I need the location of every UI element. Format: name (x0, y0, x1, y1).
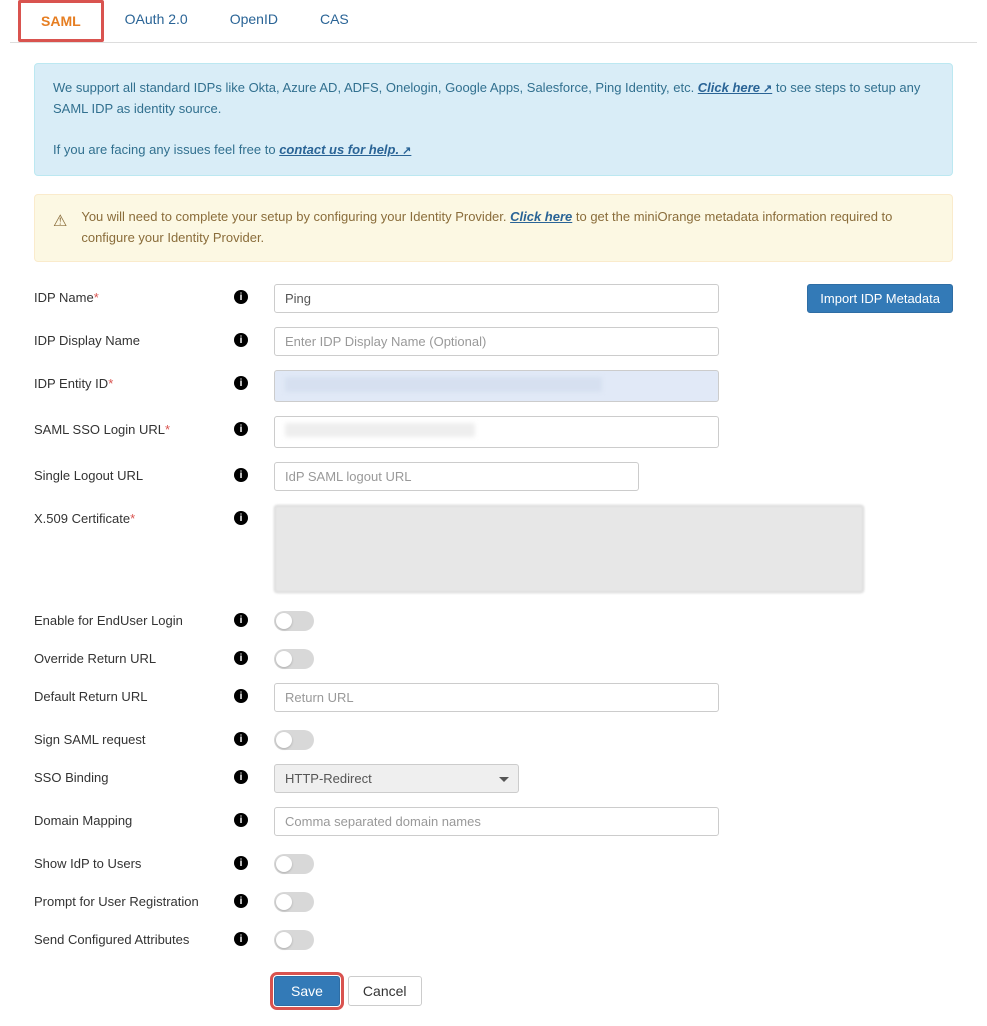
idp-name-label: IDP Name* (34, 284, 234, 305)
info-text-1: We support all standard IDPs like Okta, … (53, 80, 698, 95)
warning-alert: ⚠ You will need to complete your setup b… (34, 194, 953, 262)
info-icon[interactable]: i (234, 290, 248, 304)
tab-saml[interactable]: SAML (18, 0, 104, 42)
info-icon[interactable]: i (234, 651, 248, 665)
saml-sso-login-url-input[interactable] (274, 416, 719, 448)
default-return-url-label: Default Return URL (34, 683, 234, 704)
x509-certificate-label: X.509 Certificate* (34, 505, 234, 526)
saml-sso-login-url-label: SAML SSO Login URL* (34, 416, 234, 437)
warn-text-1: You will need to complete your setup by … (81, 209, 510, 224)
single-logout-url-label: Single Logout URL (34, 462, 234, 483)
contact-us-link[interactable]: contact us for help. (279, 142, 411, 157)
info-icon[interactable]: i (234, 689, 248, 703)
tab-oauth[interactable]: OAuth 2.0 (104, 0, 209, 42)
send-configured-attributes-label: Send Configured Attributes (34, 926, 234, 947)
info-icon[interactable]: i (234, 732, 248, 746)
sign-saml-request-label: Sign SAML request (34, 726, 234, 747)
info-alert: We support all standard IDPs like Okta, … (34, 63, 953, 176)
domain-mapping-input[interactable] (274, 807, 719, 836)
tab-cas[interactable]: CAS (299, 0, 370, 42)
prompt-user-registration-toggle[interactable] (274, 892, 314, 912)
info-text-3: If you are facing any issues feel free t… (53, 142, 279, 157)
domain-mapping-label: Domain Mapping (34, 807, 234, 828)
send-configured-attributes-toggle[interactable] (274, 930, 314, 950)
override-return-url-label: Override Return URL (34, 645, 234, 666)
cancel-button[interactable]: Cancel (348, 976, 422, 1006)
info-icon[interactable]: i (234, 894, 248, 908)
tab-bar: SAML OAuth 2.0 OpenID CAS (10, 0, 977, 43)
default-return-url-input[interactable] (274, 683, 719, 712)
info-icon[interactable]: i (234, 856, 248, 870)
info-icon[interactable]: i (234, 932, 248, 946)
idp-name-input[interactable] (274, 284, 719, 313)
override-return-url-toggle[interactable] (274, 649, 314, 669)
enable-enduser-login-label: Enable for EndUser Login (34, 607, 234, 628)
idp-display-name-input[interactable] (274, 327, 719, 356)
info-icon[interactable]: i (234, 770, 248, 784)
sso-binding-select[interactable]: HTTP-Redirect (274, 764, 519, 793)
info-icon[interactable]: i (234, 511, 248, 525)
single-logout-url-input[interactable] (274, 462, 639, 491)
import-idp-metadata-button[interactable]: Import IDP Metadata (807, 284, 953, 313)
idp-display-name-label: IDP Display Name (34, 327, 234, 348)
click-here-setup-link[interactable]: Click here (698, 80, 772, 95)
info-icon[interactable]: i (234, 376, 248, 390)
info-icon[interactable]: i (234, 333, 248, 347)
x509-certificate-input[interactable] (274, 505, 864, 593)
warning-icon: ⚠ (53, 209, 67, 235)
info-icon[interactable]: i (234, 813, 248, 827)
sign-saml-request-toggle[interactable] (274, 730, 314, 750)
enable-enduser-login-toggle[interactable] (274, 611, 314, 631)
info-icon[interactable]: i (234, 613, 248, 627)
show-idp-to-users-toggle[interactable] (274, 854, 314, 874)
tab-openid[interactable]: OpenID (209, 0, 299, 42)
idp-entity-id-input[interactable] (274, 370, 719, 402)
click-here-metadata-link[interactable]: Click here (510, 209, 572, 224)
show-idp-to-users-label: Show IdP to Users (34, 850, 234, 871)
idp-entity-id-label: IDP Entity ID* (34, 370, 234, 391)
sso-binding-label: SSO Binding (34, 764, 234, 785)
info-icon[interactable]: i (234, 422, 248, 436)
prompt-user-registration-label: Prompt for User Registration (34, 888, 234, 909)
save-button[interactable]: Save (274, 976, 340, 1006)
info-icon[interactable]: i (234, 468, 248, 482)
